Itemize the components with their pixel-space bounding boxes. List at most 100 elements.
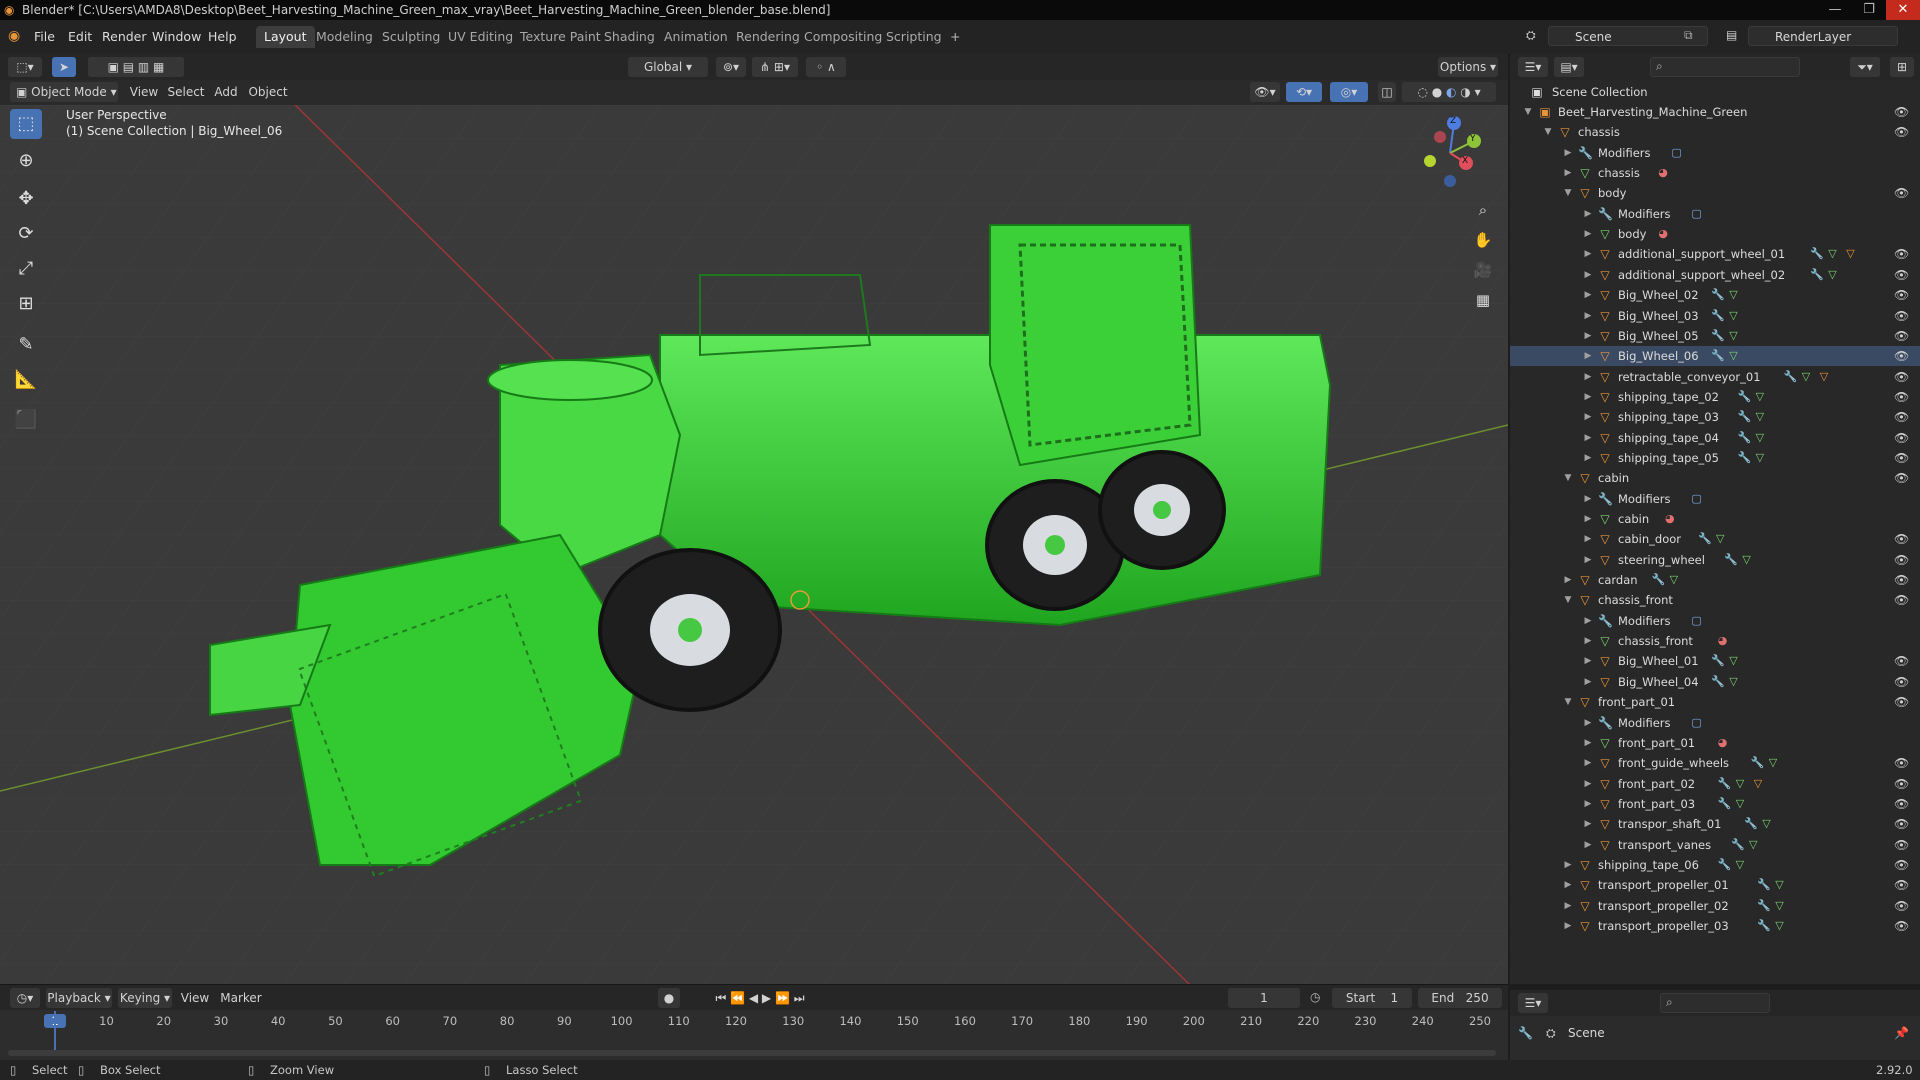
wrench-data-icon[interactable]: 🔧 bbox=[1711, 346, 1725, 366]
expand-arrow-icon[interactable]: ▶ bbox=[1582, 631, 1594, 651]
outliner-row[interactable]: ▶ ▽ cabin_door 🔧 ▽ 👁 bbox=[1510, 529, 1920, 549]
mesh-data-icon[interactable]: ▽ bbox=[1756, 407, 1764, 427]
outliner-row[interactable]: ▶ ▽ retractable_conveyor_01 🔧 ▽ ▽ 👁 bbox=[1510, 367, 1920, 387]
expand-arrow-icon[interactable]: ▶ bbox=[1582, 346, 1594, 366]
outliner-row[interactable]: ▼ ▽ chassis_front 👁 bbox=[1510, 590, 1920, 610]
cursor-tool-icon[interactable]: ⊕ bbox=[10, 146, 42, 176]
outliner-row[interactable]: ▶ ▽ front_guide_wheels 🔧 ▽ 👁 bbox=[1510, 753, 1920, 773]
wrench-data-icon[interactable]: 🔧 bbox=[1810, 244, 1824, 264]
menu-file[interactable]: File bbox=[28, 27, 61, 47]
expand-arrow-icon[interactable]: ▶ bbox=[1562, 916, 1574, 936]
wrench-data-icon[interactable]: 🔧 bbox=[1711, 306, 1725, 326]
mesh-data-icon[interactable]: ▽ bbox=[1769, 753, 1777, 773]
mesh-data-icon[interactable]: ▽ bbox=[1756, 428, 1764, 448]
visibility-eye-icon[interactable]: 👁 bbox=[1894, 367, 1909, 387]
outliner-row[interactable]: ▶ ▽ cardan 🔧 ▽ 👁 bbox=[1510, 570, 1920, 590]
measure-tool-icon[interactable]: 📐 bbox=[10, 365, 42, 395]
outliner-row[interactable]: ▶ 🔧 Modifiers ▢ bbox=[1510, 204, 1920, 224]
zoom-icon[interactable]: ⌕ bbox=[1470, 197, 1496, 223]
record-icon[interactable]: ● bbox=[658, 988, 680, 1008]
blender-menu-icon[interactable]: ◉ bbox=[8, 28, 20, 44]
menu-view[interactable]: View bbox=[126, 82, 162, 102]
playback-controls[interactable]: ⏮ ⏪ ◀ ▶ ⏩ ⏭ bbox=[704, 988, 816, 1008]
menu-help[interactable]: Help bbox=[202, 27, 243, 47]
expand-arrow-icon[interactable]: ▶ bbox=[1582, 224, 1594, 244]
outliner-row[interactable]: ▶ ▽ front_part_03 🔧 ▽ 👁 bbox=[1510, 794, 1920, 814]
add-cube-tool-icon[interactable]: ⬛ bbox=[10, 405, 42, 435]
visibility-eye-icon[interactable]: 👁 bbox=[1894, 875, 1909, 895]
expand-arrow-icon[interactable]: ▶ bbox=[1582, 733, 1594, 753]
wrench-data-icon[interactable]: 🔧 bbox=[1724, 550, 1738, 570]
mesh-data-icon[interactable]: ▽ bbox=[1716, 529, 1724, 549]
camera-view-icon[interactable]: 🎥 bbox=[1470, 257, 1496, 283]
add-workspace-icon[interactable]: + bbox=[942, 26, 968, 48]
expand-arrow-icon[interactable]: ▶ bbox=[1582, 835, 1594, 855]
outliner-row[interactable]: ▶ ▽ Big_Wheel_03 🔧 ▽ 👁 bbox=[1510, 306, 1920, 326]
expand-arrow-icon[interactable]: ▶ bbox=[1562, 163, 1574, 183]
obj-data-icon[interactable]: ▽ bbox=[1820, 367, 1828, 387]
visibility-eye-icon[interactable]: 👁 bbox=[1894, 326, 1909, 346]
wrench-data-icon[interactable]: 🔧 bbox=[1738, 428, 1752, 448]
mesh-data-icon[interactable]: ▽ bbox=[1742, 550, 1750, 570]
mesh-data-icon[interactable]: ▽ bbox=[1828, 265, 1836, 285]
wrench-data-icon[interactable]: 🔧 bbox=[1718, 774, 1732, 794]
wrench-data-icon[interactable]: 🔧 bbox=[1784, 367, 1798, 387]
obj-data-icon[interactable]: ▽ bbox=[1846, 244, 1854, 264]
outliner-row[interactable]: ▶ 🔧 Modifiers ▢ bbox=[1510, 713, 1920, 733]
wrench-data-icon[interactable]: 🔧 bbox=[1718, 794, 1732, 814]
visibility-eye-icon[interactable]: 👁 bbox=[1894, 468, 1909, 488]
select-tool-icon[interactable]: ➤ bbox=[52, 57, 76, 77]
wrench-data-icon[interactable]: 🔧 bbox=[1711, 672, 1725, 692]
outliner-row[interactable]: ▶ ▽ transport_propeller_01 🔧 ▽ 👁 bbox=[1510, 875, 1920, 895]
expand-arrow-icon[interactable]: ▶ bbox=[1582, 672, 1594, 692]
mesh-data-icon[interactable]: ▽ bbox=[1749, 835, 1757, 855]
mesh-data-icon[interactable]: ▽ bbox=[1802, 367, 1810, 387]
xray-icon[interactable]: ◫ bbox=[1378, 82, 1396, 102]
expand-arrow-icon[interactable]: ▶ bbox=[1582, 550, 1594, 570]
menu-edit[interactable]: Edit bbox=[62, 27, 98, 47]
menu-timeline-view[interactable]: View bbox=[178, 988, 212, 1008]
expand-arrow-icon[interactable]: ▶ bbox=[1582, 814, 1594, 834]
tab-texture-paint[interactable]: Texture Paint bbox=[512, 26, 609, 48]
expand-arrow-icon[interactable]: ▶ bbox=[1582, 448, 1594, 468]
visibility-eye-icon[interactable]: 👁 bbox=[1894, 692, 1909, 712]
editor-type-icon[interactable]: ⬚▾ bbox=[8, 57, 42, 77]
expand-arrow-icon[interactable]: ▶ bbox=[1582, 265, 1594, 285]
pivot-icon[interactable]: ⊚▾ bbox=[716, 57, 746, 77]
wrench-data-icon[interactable]: 🔧 bbox=[1718, 855, 1732, 875]
visibility-eye-icon[interactable]: 👁 bbox=[1894, 102, 1909, 122]
options-button[interactable]: Options ▾ bbox=[1438, 57, 1498, 77]
visibility-eye-icon[interactable]: 👁 bbox=[1894, 672, 1909, 692]
new-scene-icon[interactable]: ⧉ bbox=[1684, 28, 1693, 43]
outliner-row[interactable]: ▶ ▽ additional_support_wheel_02 🔧 ▽ 👁 bbox=[1510, 265, 1920, 285]
proportional-edit-icon[interactable]: ◦ ∧ bbox=[806, 57, 846, 77]
visibility-eye-icon[interactable]: 👁 bbox=[1894, 122, 1909, 142]
renderlayer-selector[interactable]: RenderLayer bbox=[1748, 26, 1898, 46]
wrench-data-icon[interactable]: 🔧 bbox=[1738, 448, 1752, 468]
mesh-data-icon[interactable]: ▽ bbox=[1729, 326, 1737, 346]
outliner-editor-type-icon[interactable]: ☰▾ bbox=[1518, 57, 1548, 77]
visibility-eye-icon[interactable]: 👁 bbox=[1894, 774, 1909, 794]
menu-playback[interactable]: Playback ▾ bbox=[46, 988, 112, 1008]
visibility-eye-icon[interactable]: 👁 bbox=[1894, 346, 1909, 366]
scene-collection-row[interactable]: ▣ Scene Collection bbox=[1510, 82, 1920, 102]
snap-icon[interactable]: ⋔ ⊞▾ bbox=[752, 57, 798, 77]
outliner-row[interactable]: ▶ ▽ transport_propeller_02 🔧 ▽ 👁 bbox=[1510, 896, 1920, 916]
visibility-eye-icon[interactable]: 👁 bbox=[1894, 651, 1909, 671]
annotate-tool-icon[interactable]: ✎ bbox=[10, 330, 42, 360]
mesh-data-icon[interactable]: ▽ bbox=[1775, 896, 1783, 916]
rotate-tool-icon[interactable]: ⟳ bbox=[10, 219, 42, 249]
visibility-eye-icon[interactable]: 👁 bbox=[1894, 407, 1909, 427]
preview-range-icon[interactable]: ◷ bbox=[1310, 990, 1320, 1004]
selection-mode-icons[interactable]: ▣ ▤ ▥ ▦ bbox=[88, 57, 184, 77]
outliner-row[interactable]: ▶ ▽ shipping_tape_02 🔧 ▽ 👁 bbox=[1510, 387, 1920, 407]
ortho-grid-icon[interactable]: ▦ bbox=[1470, 287, 1496, 313]
wrench-data-icon[interactable]: 🔧 bbox=[1738, 407, 1752, 427]
navigation-gizmo[interactable]: Z Y X bbox=[1410, 113, 1490, 193]
outliner-row[interactable]: ▶ ▽ transport_vanes 🔧 ▽ 👁 bbox=[1510, 835, 1920, 855]
mesh-data-icon[interactable]: ▽ bbox=[1762, 814, 1770, 834]
transform-tool-icon[interactable]: ⊞ bbox=[10, 289, 42, 319]
transform-orientation[interactable]: Global ▾ bbox=[628, 57, 708, 77]
visibility-eye-icon[interactable]: 👁 bbox=[1894, 448, 1909, 468]
outliner-row[interactable]: ▼ ▽ chassis 👁 bbox=[1510, 122, 1920, 142]
